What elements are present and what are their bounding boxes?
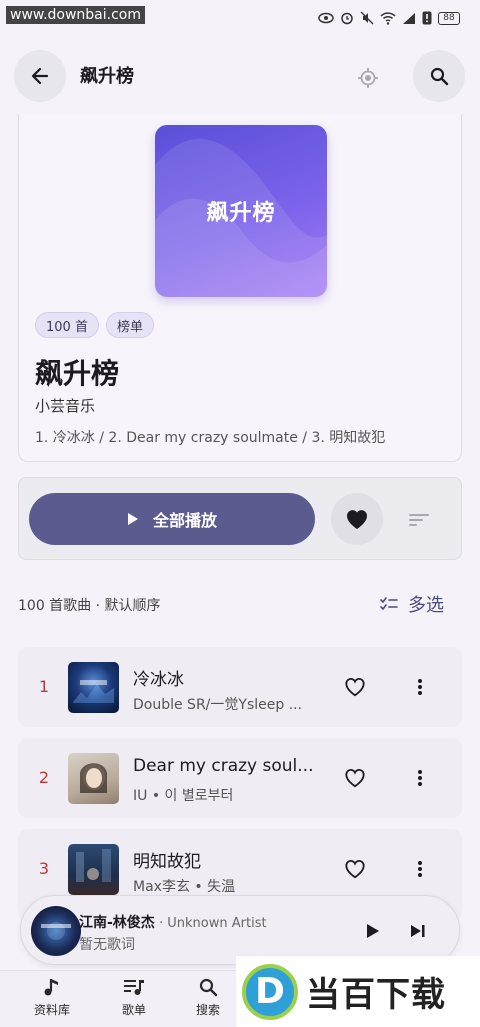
more-vertical-icon xyxy=(418,770,422,786)
search-icon xyxy=(430,67,449,86)
song-subtitle: Max李玄 • 失温 xyxy=(133,879,236,895)
song-title: 冷冰冰 xyxy=(133,670,184,690)
list-header: 100 首歌曲 · 默认顺序 多选 xyxy=(18,593,462,617)
song-count-tag: 100 首 xyxy=(35,312,99,338)
watermark-logo-mark: D xyxy=(242,963,298,1020)
eye-icon xyxy=(318,12,334,24)
song-row[interactable]: 2 Dear my crazy soul... IU • 이 별로부터 xyxy=(18,738,462,818)
heart-outline-icon xyxy=(345,859,365,879)
like-button[interactable] xyxy=(343,675,367,699)
now-playing-lyric: 暂无歌词 xyxy=(79,937,135,953)
song-subtitle: IU • 이 별로부터 xyxy=(133,788,234,804)
heart-filled-icon xyxy=(346,510,368,529)
nav-item-search[interactable]: 搜索 xyxy=(178,977,238,1018)
multi-select-button[interactable]: 多选 xyxy=(380,591,444,617)
play-all-label: 全部播放 xyxy=(152,511,217,530)
queue-music-icon xyxy=(124,980,144,995)
search-icon xyxy=(199,978,218,997)
favorite-button[interactable] xyxy=(331,493,383,545)
nav-label: 资料库 xyxy=(33,1003,70,1017)
now-playing-title-line: 江南-林俊杰 · Unknown Artist xyxy=(79,912,267,932)
battery-icon: 88 xyxy=(438,11,460,25)
song-subtitle: Double SR/一觉Ysleep ... xyxy=(133,697,303,713)
music-note-icon xyxy=(44,979,58,996)
mini-play-button[interactable] xyxy=(361,919,385,943)
nav-label: 歌单 xyxy=(121,1003,146,1017)
heart-outline-icon xyxy=(345,768,365,788)
more-button[interactable] xyxy=(410,675,430,699)
play-icon xyxy=(127,513,138,525)
song-artwork xyxy=(68,844,119,895)
song-title: 明知故犯 xyxy=(133,852,201,872)
song-rank: 2 xyxy=(38,768,50,787)
song-artwork xyxy=(68,753,119,804)
signal-icon xyxy=(403,12,415,24)
nav-item-library[interactable]: 资料库 xyxy=(22,977,82,1018)
more-button[interactable] xyxy=(410,766,430,790)
playlist-header-card: 飙升榜 100 首 榜单 飙升榜 小芸音乐 1. 冷冰冰 / 2. Dear m… xyxy=(18,114,462,462)
more-vertical-icon xyxy=(418,861,422,877)
locate-button[interactable] xyxy=(352,62,384,94)
more-button[interactable] xyxy=(410,857,430,881)
now-playing-artist: Unknown Artist xyxy=(167,916,267,931)
nav-label: 搜索 xyxy=(195,1003,220,1017)
playlist-cover: 飙升榜 xyxy=(155,125,327,297)
search-button[interactable] xyxy=(413,50,465,102)
watermark-url: www.downbai.com xyxy=(6,6,145,24)
now-playing-artwork xyxy=(31,906,81,956)
song-count-label: 100 首歌曲 · 默认顺序 xyxy=(18,598,161,614)
skip-next-icon xyxy=(411,925,425,937)
song-rank: 3 xyxy=(38,859,50,878)
status-icons: 88 xyxy=(318,11,460,25)
now-playing-separator: · xyxy=(158,915,164,931)
song-artwork xyxy=(68,662,119,713)
playlist-creator: 小芸音乐 xyxy=(35,397,96,415)
playlist-preview: 1. 冷冰冰 / 2. Dear my crazy soulmate / 3. … xyxy=(35,430,386,446)
cover-title: 飙升榜 xyxy=(206,201,276,226)
play-all-button[interactable]: 全部播放 xyxy=(29,493,315,545)
song-title: Dear my crazy soul... xyxy=(133,756,314,776)
playlist-title: 飙升榜 xyxy=(35,357,120,390)
sort-button[interactable] xyxy=(405,506,433,534)
play-icon xyxy=(367,924,379,938)
mini-player[interactable]: 江南-林俊杰 · Unknown Artist 暂无歌词 xyxy=(20,895,460,965)
heart-outline-icon xyxy=(345,677,365,697)
now-playing-title: 江南-林俊杰 xyxy=(79,915,155,931)
action-bar: 全部播放 xyxy=(18,477,462,560)
arrow-left-icon xyxy=(31,67,49,85)
wifi-icon xyxy=(380,11,396,25)
tag-row: 100 首 榜单 xyxy=(35,312,154,338)
song-row[interactable]: 1 冷冰冰 Double SR/一觉Ysleep ... xyxy=(18,647,462,727)
song-rank: 1 xyxy=(38,677,50,696)
like-button[interactable] xyxy=(343,766,367,790)
chart-type-tag: 榜单 xyxy=(105,312,154,338)
alert-icon xyxy=(422,11,432,25)
page-title: 飙升榜 xyxy=(80,66,134,87)
watermark-logo: D 当百下载 xyxy=(236,956,480,1027)
back-button[interactable] xyxy=(14,50,66,102)
watermark-logo-text: 当百下载 xyxy=(306,975,446,1015)
mute-icon xyxy=(360,11,374,25)
app-bar: 飙升榜 xyxy=(0,40,480,112)
multi-select-label: 多选 xyxy=(408,595,444,616)
more-vertical-icon xyxy=(418,679,422,695)
sort-icon xyxy=(409,514,429,526)
checklist-icon xyxy=(380,597,398,610)
nav-item-playlists[interactable]: 歌单 xyxy=(104,977,164,1018)
like-button[interactable] xyxy=(343,857,367,881)
mini-next-button[interactable] xyxy=(406,919,430,943)
locate-icon xyxy=(358,68,378,88)
alarm-icon xyxy=(341,12,353,25)
